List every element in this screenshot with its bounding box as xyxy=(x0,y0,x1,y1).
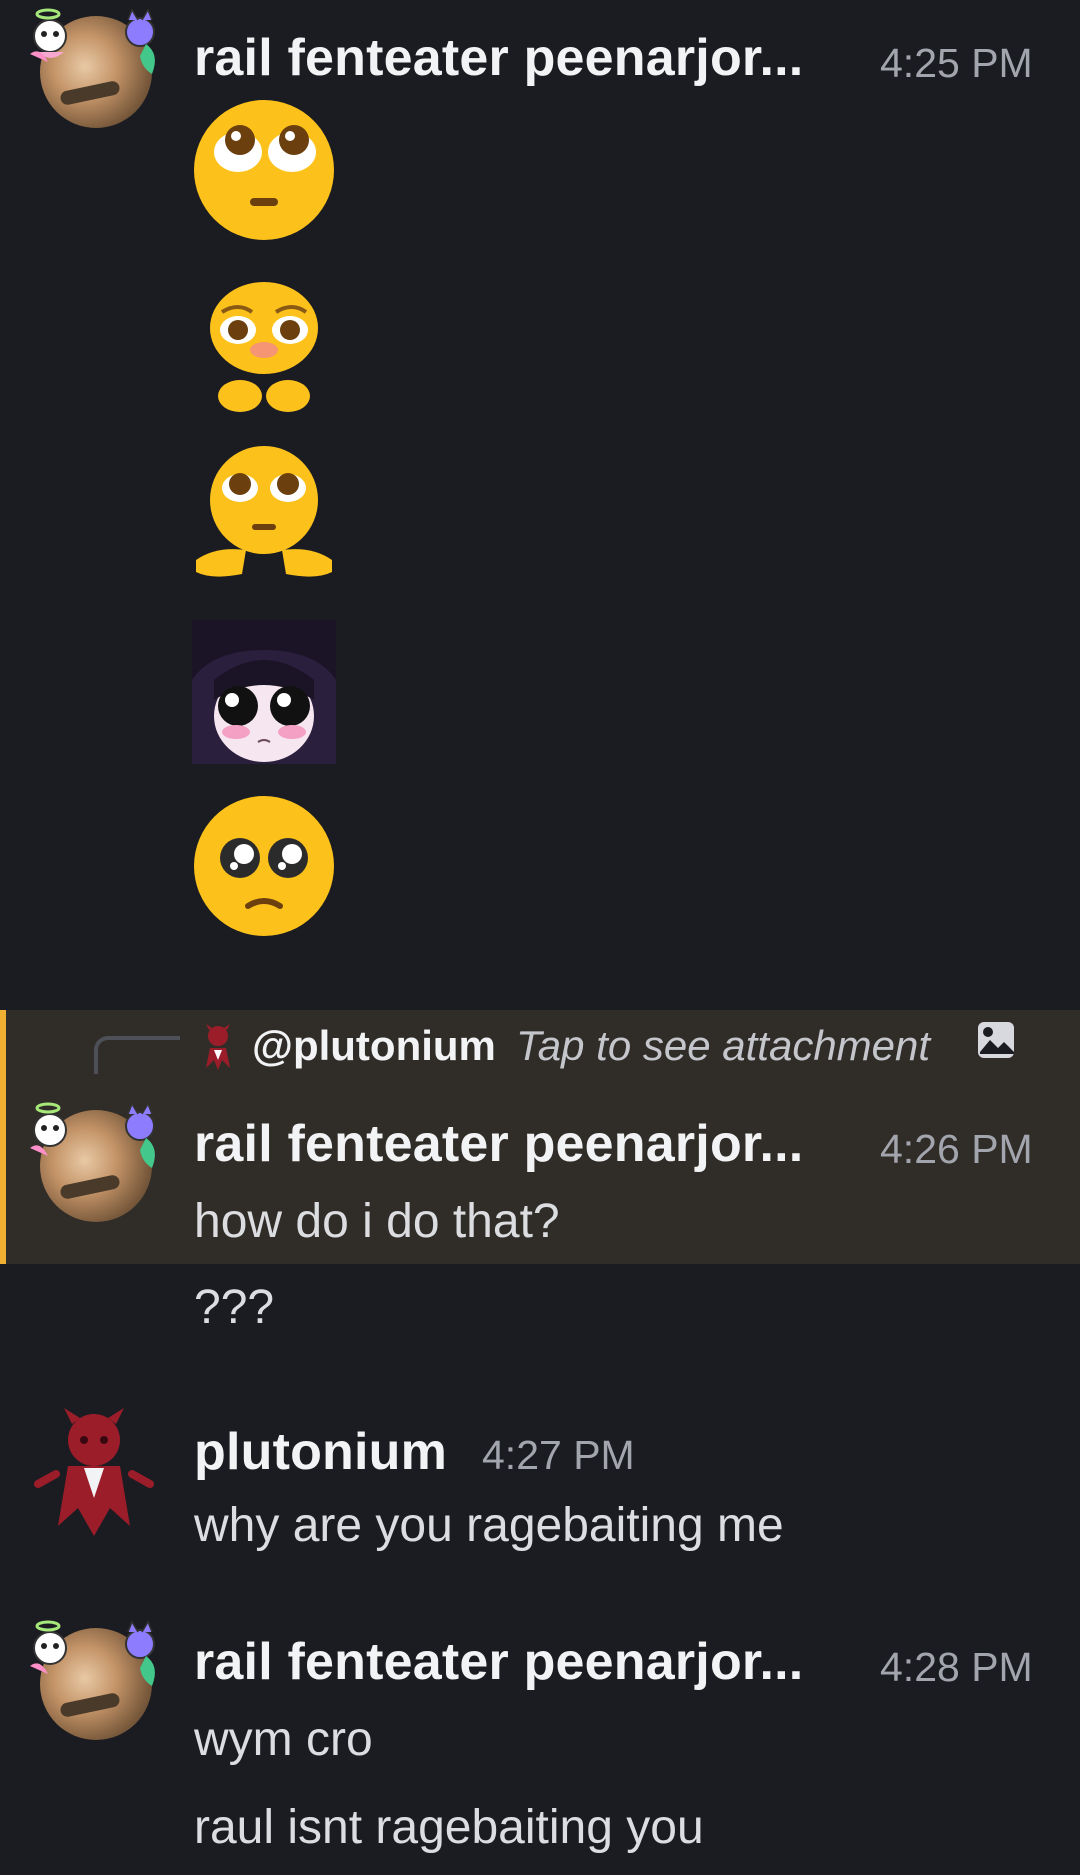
avatar[interactable] xyxy=(28,1616,160,1748)
pleading-face-icon[interactable] xyxy=(192,794,336,938)
username[interactable]: rail fenteater peenarjor... xyxy=(194,1114,803,1174)
reply-mention[interactable]: @plutonium xyxy=(252,1022,496,1070)
username[interactable]: rail fenteater peenarjor... xyxy=(194,1632,803,1692)
timestamp: 4:25 PM xyxy=(880,40,1033,86)
avatar[interactable] xyxy=(28,1098,160,1230)
message-text: wym cro xyxy=(194,1713,373,1766)
image-icon xyxy=(978,1022,1014,1058)
anime-girl-big-eyes-icon[interactable] xyxy=(192,620,336,764)
timestamp: 4:26 PM xyxy=(880,1126,1033,1172)
reply-avatar-icon xyxy=(206,1024,230,1070)
reply-connector xyxy=(94,1036,180,1074)
timestamp: 4:28 PM xyxy=(880,1644,1033,1690)
username[interactable]: plutonium xyxy=(194,1422,447,1482)
message-text: ??? xyxy=(194,1281,275,1334)
username[interactable]: rail fenteater peenarjor... xyxy=(194,28,803,88)
reply-preview[interactable]: Tap to see attachment xyxy=(516,1022,930,1070)
message-text: why are you ragebaiting me xyxy=(194,1499,784,1552)
pointing-fingers-face-icon[interactable] xyxy=(192,444,336,588)
message-text: raul isnt ragebaiting you xyxy=(194,1801,704,1854)
timestamp: 4:27 PM xyxy=(482,1432,635,1478)
avatar[interactable] xyxy=(28,1406,160,1538)
message-text: how do i do that? xyxy=(194,1195,560,1248)
shy-blushing-face-icon[interactable] xyxy=(192,272,336,416)
pleading-upward-face-icon[interactable] xyxy=(192,98,336,242)
avatar[interactable] xyxy=(28,4,160,136)
